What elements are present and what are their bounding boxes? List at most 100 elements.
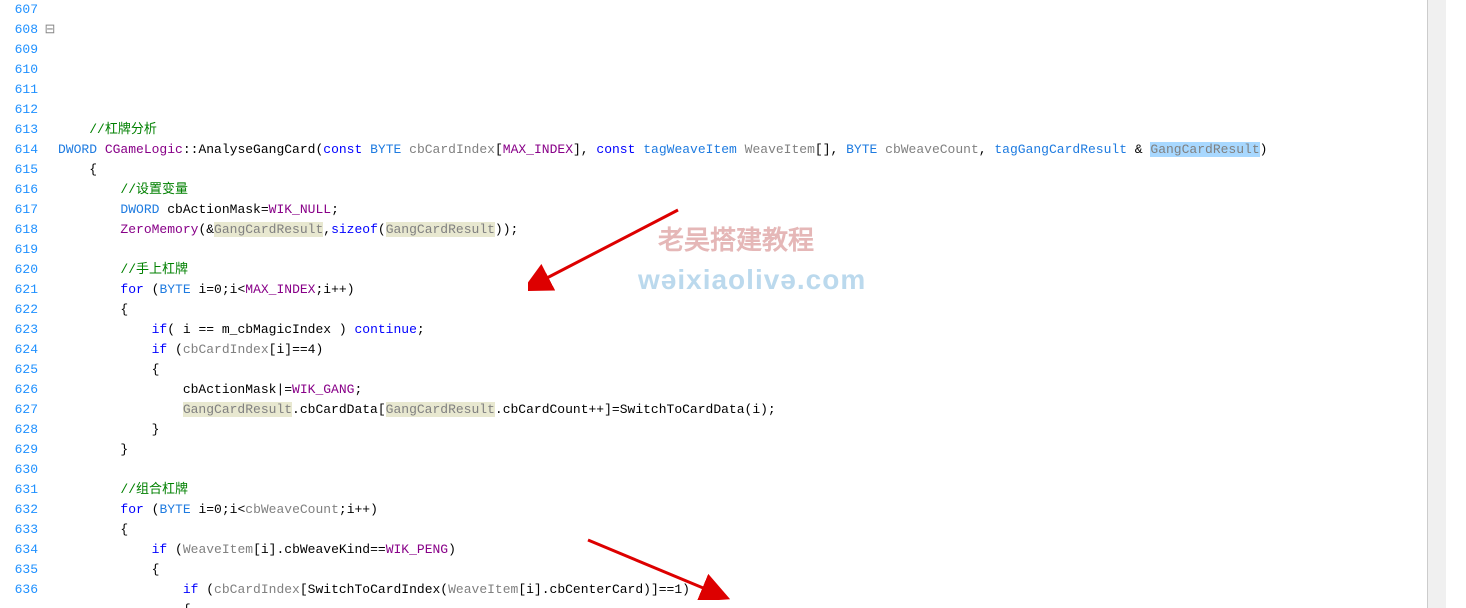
line-number: 620 [0, 260, 38, 280]
fold-marker [42, 500, 58, 520]
code-line[interactable]: if (WeaveItem[i].cbWeaveKind==WIK_PENG) [58, 540, 1446, 560]
line-number: 635 [0, 560, 38, 580]
code-token: tagGangCardResult [994, 142, 1127, 157]
line-number: 608 [0, 20, 38, 40]
code-line[interactable]: { [58, 560, 1446, 580]
code-token: ) [1260, 142, 1268, 157]
fold-marker [42, 300, 58, 320]
fold-marker [42, 440, 58, 460]
code-token: { [152, 562, 160, 577]
code-line[interactable]: { [58, 300, 1446, 320]
line-number: 629 [0, 440, 38, 460]
fold-marker [42, 280, 58, 300]
fold-marker [42, 160, 58, 180]
code-line[interactable]: GangCardResult.cbCardData[GangCardResult… [58, 400, 1446, 420]
code-token: ; [354, 382, 362, 397]
fold-marker [42, 240, 58, 260]
code-line[interactable] [58, 460, 1446, 480]
code-token: [i].cbWeaveKind== [253, 542, 386, 557]
line-number: 622 [0, 300, 38, 320]
code-token [401, 142, 409, 157]
code-token [877, 142, 885, 157]
code-line[interactable]: { [58, 520, 1446, 540]
code-line[interactable]: cbActionMask|=WIK_GANG; [58, 380, 1446, 400]
code-token: .cbCardCount++]=SwitchToCardData(i); [495, 402, 776, 417]
line-number: 636 [0, 580, 38, 600]
code-line[interactable]: DWORD CGameLogic::AnalyseGangCard(const … [58, 140, 1446, 160]
code-token: ;i++) [315, 282, 354, 297]
code-token: //组合杠牌 [120, 482, 188, 497]
code-token: cbCardIndex [409, 142, 495, 157]
fold-marker [42, 360, 58, 380]
code-token: WIK_GANG [292, 382, 354, 397]
code-token: ( [167, 542, 183, 557]
code-line[interactable]: if (cbCardIndex[SwitchToCardIndex(WeaveI… [58, 580, 1446, 600]
line-number: 625 [0, 360, 38, 380]
code-token: tagWeaveItem [643, 142, 737, 157]
line-number: 631 [0, 480, 38, 500]
code-token: GangCardResult [214, 222, 323, 237]
code-line[interactable]: for (BYTE i=0;i<MAX_INDEX;i++) [58, 280, 1446, 300]
code-token: const [596, 142, 635, 157]
code-token: for [120, 282, 143, 297]
code-token: MAX_INDEX [503, 142, 573, 157]
code-line[interactable]: //杠牌分析 [58, 120, 1446, 140]
code-line[interactable]: if (cbCardIndex[i]==4) [58, 340, 1446, 360]
code-token: [i].cbCenterCard)]==1) [518, 582, 690, 597]
code-token [362, 142, 370, 157]
code-token: { [120, 522, 128, 537]
code-token: GangCardResult [183, 402, 292, 417]
line-number: 616 [0, 180, 38, 200]
code-area[interactable]: 老吴搭建教程 wəixiaolivə.com //杠牌分析DWORD CGame… [58, 0, 1446, 608]
code-line[interactable] [58, 240, 1446, 260]
code-token [737, 142, 745, 157]
fold-marker[interactable]: ⊟ [42, 20, 58, 40]
line-number: 617 [0, 200, 38, 220]
code-line[interactable]: //设置变量 [58, 180, 1446, 200]
fold-marker [42, 400, 58, 420]
fold-marker [42, 520, 58, 540]
fold-marker [42, 0, 58, 20]
code-token: ( [198, 582, 214, 597]
line-number: 624 [0, 340, 38, 360]
code-line[interactable]: for (BYTE i=0;i<cbWeaveCount;i++) [58, 500, 1446, 520]
line-number: 632 [0, 500, 38, 520]
code-token: cbWeaveCount [245, 502, 339, 517]
line-number: 619 [0, 240, 38, 260]
fold-marker [42, 540, 58, 560]
code-token: cbCardIndex [183, 342, 269, 357]
code-line[interactable]: { [58, 600, 1446, 608]
line-number: 613 [0, 120, 38, 140]
code-token: WeaveItem [745, 142, 815, 157]
code-token: GangCardResult [1150, 142, 1259, 157]
fold-marker [42, 460, 58, 480]
code-line[interactable]: { [58, 360, 1446, 380]
line-number-gutter: 6076086096106116126136146156166176186196… [0, 0, 42, 608]
code-token: cbActionMask= [159, 202, 268, 217]
vertical-scrollbar[interactable] [1427, 0, 1446, 608]
code-line[interactable]: } [58, 440, 1446, 460]
code-line[interactable]: ZeroMemory(&GangCardResult,sizeof(GangCa… [58, 220, 1446, 240]
code-editor[interactable]: 6076086096106116126136146156166176186196… [0, 0, 1446, 608]
line-number: 618 [0, 220, 38, 240]
fold-marker [42, 200, 58, 220]
code-token: (& [198, 222, 214, 237]
fold-marker [42, 420, 58, 440]
line-number: 623 [0, 320, 38, 340]
code-line[interactable]: { [58, 160, 1446, 180]
code-line[interactable]: if( i == m_cbMagicIndex ) continue; [58, 320, 1446, 340]
code-token: if [152, 542, 168, 557]
code-line[interactable]: //组合杠牌 [58, 480, 1446, 500]
code-token: continue [354, 322, 416, 337]
code-line[interactable]: //手上杠牌 [58, 260, 1446, 280]
fold-marker [42, 480, 58, 500]
fold-gutter[interactable]: ⊟ [42, 0, 58, 608]
code-token: i=0;i< [191, 502, 246, 517]
code-token: CGameLogic [105, 142, 183, 157]
code-token: GangCardResult [386, 402, 495, 417]
code-line[interactable]: DWORD cbActionMask=WIK_NULL; [58, 200, 1446, 220]
code-token: [ [495, 142, 503, 157]
code-line[interactable]: } [58, 420, 1446, 440]
code-token: MAX_INDEX [245, 282, 315, 297]
line-number: 628 [0, 420, 38, 440]
